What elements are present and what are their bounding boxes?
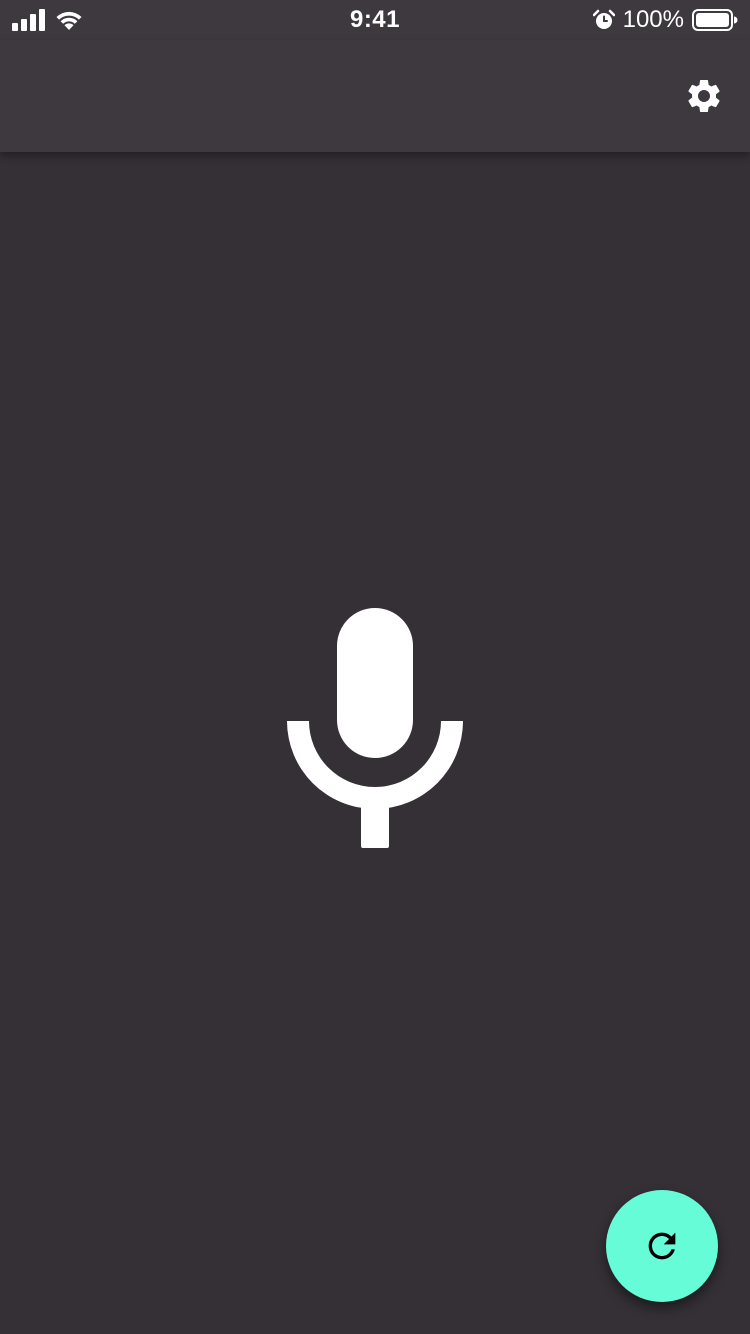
alarm-icon [592, 9, 615, 29]
battery-percentage: 100% [622, 6, 684, 33]
gear-icon [688, 80, 720, 112]
microphone-icon[interactable] [287, 608, 463, 848]
app-bar [0, 40, 750, 152]
status-bar: 9:41 100% [0, 0, 750, 40]
settings-button[interactable] [680, 72, 728, 120]
refresh-button[interactable] [606, 1190, 718, 1302]
refresh-icon [648, 1232, 676, 1260]
status-right: 100% [592, 6, 738, 33]
battery-icon [692, 9, 738, 31]
